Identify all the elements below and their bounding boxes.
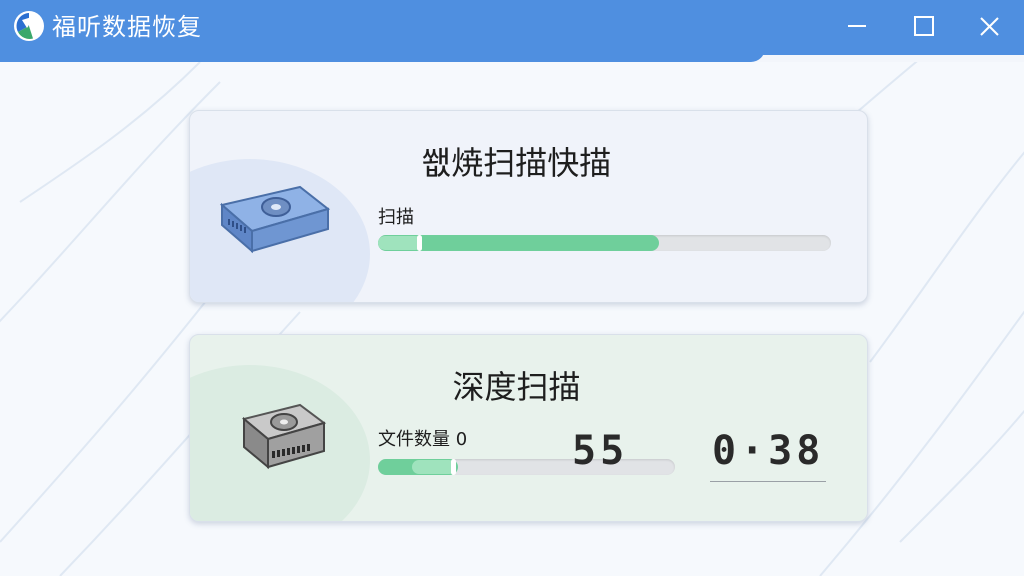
deep-scan-title: 深度扫描 (452, 368, 581, 406)
quick-scan-progress-glow (378, 235, 422, 251)
deep-scan-progress-bar (378, 459, 675, 475)
app-title: 福听数据恢复 (52, 13, 202, 41)
scan-timer: 0·38 (712, 428, 825, 474)
timer-underline (710, 481, 826, 482)
quick-scan-card[interactable]: 쐢焼扫描快描 扫描 (189, 110, 868, 303)
maximize-icon[interactable] (906, 8, 942, 44)
deep-scan-progress-glow (412, 459, 456, 475)
title-bar-tab (0, 46, 765, 62)
hard-drive-gray-icon (241, 403, 327, 470)
app-logo-icon (14, 11, 44, 41)
file-count-label: 文件数量 0 (378, 429, 468, 450)
hard-drive-blue-icon (219, 185, 331, 254)
quick-scan-progress-bar (378, 235, 831, 251)
close-icon[interactable] (971, 8, 1007, 44)
minimize-icon[interactable] (840, 8, 876, 44)
main-content: 쐢焼扫描快描 扫描 深度扫描 文件数量 0 55 0·38 (0, 62, 1024, 576)
deep-scan-card[interactable]: 深度扫描 文件数量 0 55 0·38 (189, 334, 868, 522)
title-bar: 福听数据恢复 (0, 0, 1024, 62)
scan-counter: 55 (572, 428, 629, 474)
quick-scan-label: 扫描 (378, 207, 414, 228)
quick-scan-title: 쐢焼扫描快描 (421, 144, 612, 182)
